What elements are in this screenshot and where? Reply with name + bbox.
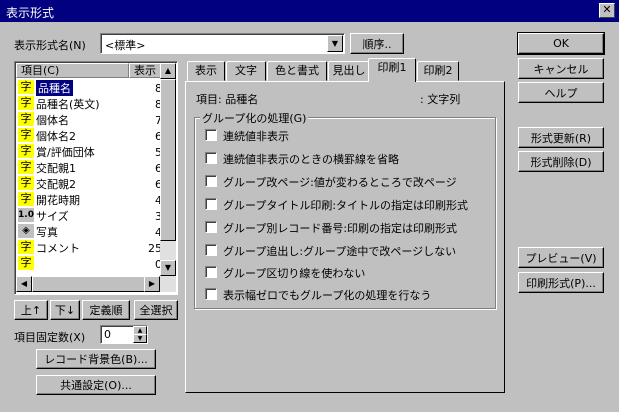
tab-heading[interactable]: 見出し (328, 61, 370, 81)
checkbox-label: グループ追出し:グループ途中で改ページしない (223, 245, 457, 258)
checkbox[interactable] (205, 198, 217, 210)
tab-print1[interactable]: 印刷1 (368, 58, 416, 82)
text-field-icon: 字 (18, 256, 34, 270)
tab-display[interactable]: 表示 (187, 61, 225, 81)
move-up-button[interactable]: 上↑ (14, 300, 48, 320)
list-item[interactable]: ◈ 写真 4文 (17, 223, 173, 239)
list-item[interactable]: 字 品種名 8文 (17, 79, 173, 96)
window-title: 表示形式 (6, 6, 55, 20)
horizontal-scroll-thumb[interactable] (32, 276, 150, 292)
checkbox[interactable] (205, 244, 217, 256)
item-list[interactable]: 項目(C) 表示 字 品種名 8文 字 品種名(英文) 8文 字 個体名 7文 … (14, 61, 178, 295)
list-item[interactable]: 字 品種名(英文) 8文 (17, 95, 173, 111)
list-item-name: 賞/評価団体 (36, 146, 95, 159)
text-field-icon: 字 (18, 112, 34, 126)
list-item-name: 個体名2 (36, 130, 76, 143)
text-field-icon: 字 (18, 144, 34, 158)
checkbox[interactable] (205, 266, 217, 278)
print-format-button[interactable]: 印刷形式(P)... (518, 272, 604, 293)
list-header-type[interactable]: 表示 (129, 63, 161, 78)
record-background-color-button[interactable]: レコード背景色(B)... (36, 349, 156, 369)
scroll-up-icon[interactable]: ▲ (160, 63, 176, 79)
scroll-down-icon[interactable]: ▼ (160, 260, 176, 276)
checkbox-label: 表示幅ゼロでもグループ化の処理を行なう (223, 289, 432, 302)
list-item-name: サイズ (36, 210, 69, 223)
list-item-name: 交配親2 (36, 178, 76, 191)
fixed-count-label: 項目固定数(X) (14, 331, 86, 344)
list-item[interactable]: 字 賞/評価団体 5文 (17, 143, 173, 159)
checkbox-label: グループ別レコード番号:印刷の指定は印刷形式 (223, 222, 458, 235)
list-item[interactable]: 字 交配親2 6文 (17, 175, 173, 191)
format-name-dropdown[interactable]: <標準> ▼ (100, 33, 345, 54)
checkbox[interactable] (205, 221, 217, 233)
list-item-name: 個体名 (36, 114, 69, 127)
ok-button[interactable]: OK (517, 32, 605, 55)
list-item-name: 交配親1 (36, 162, 76, 175)
tab-print2[interactable]: 印刷2 (417, 61, 459, 81)
fixed-count-value: 0 (104, 328, 111, 341)
text-field-icon: 字 (18, 192, 34, 206)
list-item[interactable]: 字 個体名 7文 (17, 111, 173, 127)
move-down-button[interactable]: 下↓ (50, 300, 80, 320)
update-format-button[interactable]: 形式更新(R) (518, 127, 604, 148)
tab-color-format[interactable]: 色と書式 (267, 61, 327, 81)
image-field-icon: ◈ (18, 224, 34, 238)
checkbox[interactable] (205, 175, 217, 187)
title-bar: 表示形式 ✕ (0, 0, 619, 22)
close-icon[interactable]: ✕ (599, 3, 615, 18)
checkbox-label: グループタイトル印刷:タイトルの指定は印刷形式 (223, 199, 469, 212)
spin-down-icon[interactable]: ▼ (133, 334, 147, 343)
help-button[interactable]: ヘルプ (518, 82, 604, 103)
list-item-name: 写真 (36, 226, 58, 239)
checkbox-label: グループ区切り線を使わない (223, 267, 366, 280)
checkbox-label: 連続値非表示 (223, 130, 289, 143)
list-header-item[interactable]: 項目(C) (16, 63, 129, 78)
checkbox[interactable] (205, 152, 217, 164)
common-settings-button[interactable]: 共通設定(O)... (36, 375, 156, 395)
text-field-icon: 字 (18, 128, 34, 142)
list-item-name: 開花時期 (36, 194, 80, 207)
list-item[interactable]: 字 コメント 25文 (17, 239, 173, 255)
item-name-label: 項目: 品種名 (196, 93, 259, 106)
list-item-name: コメント (36, 242, 80, 255)
delete-format-button[interactable]: 形式削除(D) (518, 151, 604, 172)
preview-button[interactable]: プレビュー(V) (518, 247, 604, 268)
list-item[interactable]: 字 交配親1 6文 (17, 159, 173, 175)
cancel-button[interactable]: キャンセル (518, 58, 604, 79)
chevron-down-icon[interactable]: ▼ (327, 35, 343, 52)
scroll-right-icon[interactable]: ▶ (144, 276, 160, 292)
list-item[interactable]: 字 0文 (17, 255, 173, 271)
checkbox-label: 連続値非表示のときの横罫線を省略 (223, 153, 399, 166)
text-field-icon: 字 (18, 176, 34, 190)
list-item[interactable]: 1.0 サイズ 3文 (17, 207, 173, 223)
default-order-button[interactable]: 定義順 (82, 300, 130, 320)
list-item[interactable]: 字 開花時期 4文 (17, 191, 173, 207)
format-name-label: 表示形式名(N) (14, 39, 86, 52)
list-item[interactable]: 字 個体名2 6文 (17, 127, 173, 143)
order-button[interactable]: 順序.. (350, 33, 404, 54)
fixed-count-input[interactable]: 0 ▲ ▼ (100, 325, 148, 344)
group-processing-title: グループ化の処理(G) (200, 110, 309, 126)
text-field-icon: 字 (18, 96, 34, 110)
list-item-name: 品種名 (36, 80, 73, 96)
tab-text[interactable]: 文字 (226, 61, 266, 81)
number-field-icon: 1.0 (18, 208, 34, 222)
text-field-icon: 字 (18, 240, 34, 254)
list-item-name: 品種名(英文) (36, 98, 100, 111)
text-field-icon: 字 (18, 80, 34, 94)
select-all-button[interactable]: 全選択 (134, 300, 178, 320)
format-name-value: <標準> (105, 39, 146, 52)
item-type-label: : 文字列 (420, 93, 461, 106)
checkbox[interactable] (205, 129, 217, 141)
scroll-thumb[interactable] (160, 79, 176, 241)
scroll-left-icon[interactable]: ◀ (16, 276, 32, 292)
checkbox[interactable] (205, 288, 217, 300)
checkbox-label: グループ改ページ:値が変わるところで改ページ (223, 176, 457, 189)
text-field-icon: 字 (18, 160, 34, 174)
